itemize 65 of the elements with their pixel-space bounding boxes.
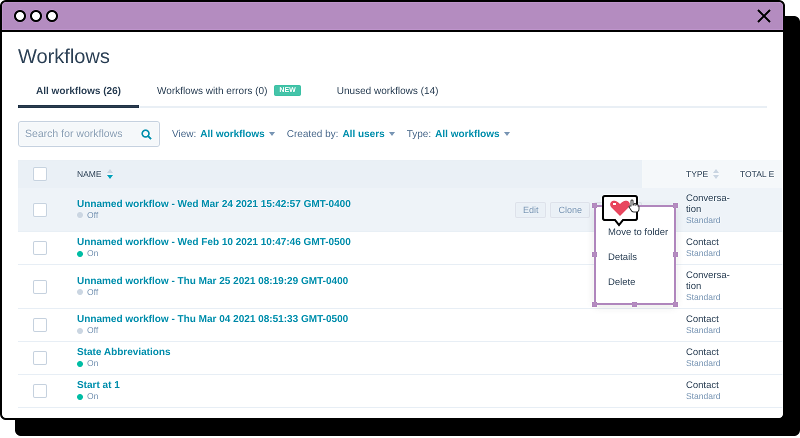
row-action-button[interactable]: Clone (550, 202, 590, 218)
tab[interactable]: Unused workflows (14) (318, 78, 456, 108)
workflow-link[interactable]: Start at 1 (77, 380, 120, 391)
type-text: Conversa-tion (686, 193, 731, 215)
window-dot[interactable] (46, 10, 58, 22)
row-checkbox[interactable] (33, 384, 47, 398)
close-icon[interactable] (757, 9, 771, 23)
subtype-text: Standard (686, 215, 722, 226)
select-all-checkbox[interactable] (33, 167, 47, 181)
filter-label: Type: (406, 128, 432, 140)
menu-item[interactable]: Details (596, 252, 674, 277)
workflow-link[interactable]: Unnamed workflow - Thu Mar 04 2021 08:51:33 GMT-0500 (77, 314, 348, 325)
subtype-text: Standard (686, 292, 722, 303)
selection-handle[interactable] (592, 302, 597, 307)
window-dot[interactable] (30, 10, 42, 22)
workflow-link[interactable]: Unnamed workflow - Thu Mar 25 2021 08:19:29 GMT-0400 (77, 276, 348, 286)
status-text: On (87, 391, 98, 402)
page-title: Workflows (18, 46, 111, 70)
type-text: Contact (686, 380, 720, 391)
menu-item[interactable]: Delete (596, 277, 674, 302)
status-text: Off (87, 325, 98, 336)
caret-icon[interactable] (504, 132, 510, 136)
filter-dropdown[interactable]: All workflows (200, 128, 275, 140)
caret-icon[interactable] (268, 132, 275, 136)
workflow-link[interactable]: State Abbreviations (77, 347, 171, 358)
selection-handle[interactable] (673, 252, 678, 257)
sort-icon[interactable] (713, 169, 720, 179)
type-text: Contact (686, 237, 720, 248)
subtype-text: Standard (686, 248, 722, 259)
type-text: Conversa-tion (686, 270, 731, 292)
status-text: Off (87, 286, 98, 298)
selection-handle[interactable] (632, 302, 637, 307)
selection-handle[interactable] (592, 203, 597, 208)
tab[interactable]: All workflows (26) (18, 78, 140, 108)
row-checkbox[interactable] (33, 202, 47, 216)
column-header[interactable]: TYPE (686, 169, 708, 179)
filter-dropdown[interactable]: All workflows (435, 128, 510, 140)
subtype-text: Standard (686, 325, 722, 336)
status-text: Off (87, 210, 98, 220)
row-checkbox[interactable] (33, 318, 47, 332)
subtype-text: Standard (686, 358, 722, 369)
row-action-button[interactable]: Edit (514, 202, 546, 218)
type-text: Contact (686, 347, 720, 358)
row-checkbox[interactable] (33, 241, 47, 255)
row-checkbox[interactable] (33, 280, 47, 294)
selection-handle[interactable] (673, 302, 678, 307)
status-text: On (87, 248, 98, 259)
subtype-text: Standard (686, 391, 722, 402)
window-dot[interactable] (14, 10, 26, 22)
status-text: On (87, 358, 98, 369)
selection-handle[interactable] (673, 203, 678, 208)
menu-item[interactable]: Move to folder (596, 227, 674, 252)
caret-icon[interactable] (388, 132, 395, 136)
search-icon[interactable] (141, 129, 152, 140)
row-checkbox[interactable] (33, 351, 47, 365)
filter-dropdown[interactable]: All users (342, 128, 395, 140)
sort-icon[interactable] (106, 169, 113, 179)
workflow-link[interactable]: Unnamed workflow - Wed Mar 24 2021 15:42:57 GMT-0400 (77, 198, 351, 210)
search-field[interactable]: Search for workflows (18, 121, 160, 147)
workflow-link[interactable]: Unnamed workflow - Wed Feb 10 2021 10:47:46 GMT-0500 (77, 237, 351, 248)
filter-label: Created by: (286, 128, 338, 140)
type-text: Contact (686, 314, 720, 325)
column-header[interactable]: NAME (77, 169, 102, 179)
selection-handle[interactable] (592, 252, 597, 257)
filter-label: View: (172, 128, 196, 140)
